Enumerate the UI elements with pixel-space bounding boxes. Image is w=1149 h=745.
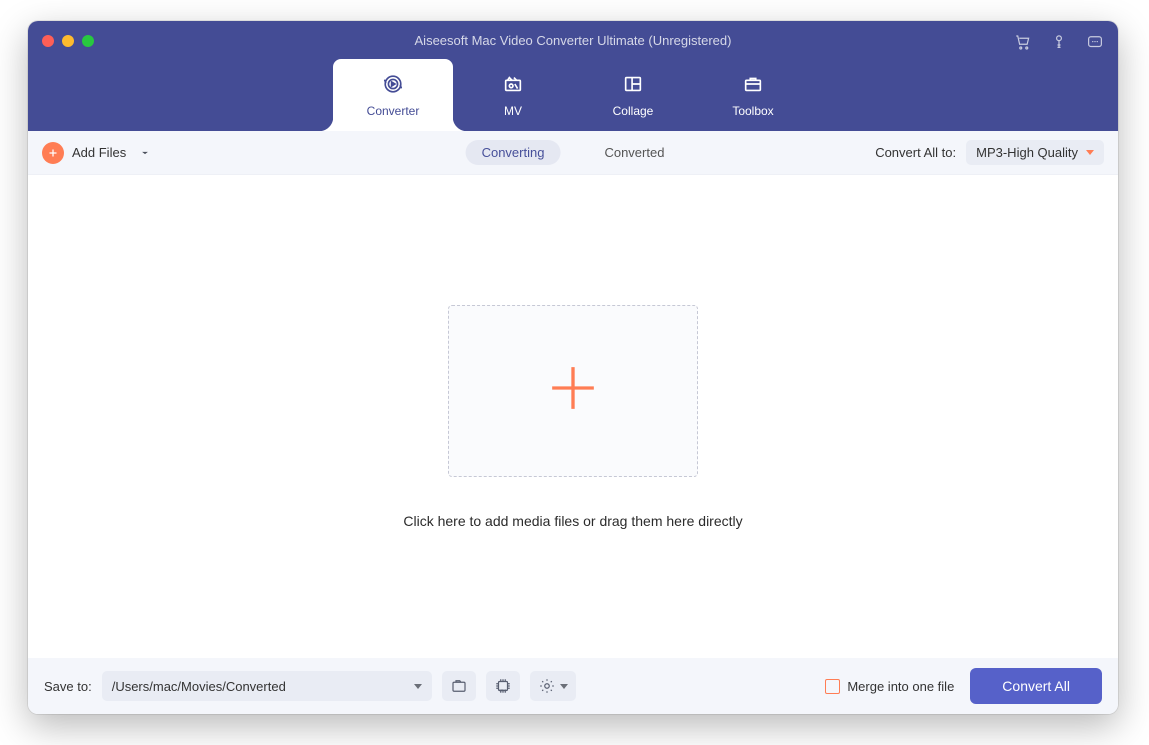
mv-icon bbox=[502, 73, 524, 98]
convert-icon bbox=[382, 73, 404, 98]
window-title: Aiseesoft Mac Video Converter Ultimate (… bbox=[28, 33, 1118, 48]
open-folder-button[interactable] bbox=[442, 671, 476, 701]
plus-icon bbox=[548, 363, 598, 418]
tab-label: Converter bbox=[367, 104, 420, 118]
merge-label: Merge into one file bbox=[847, 679, 954, 694]
format-value: MP3-High Quality bbox=[976, 145, 1078, 160]
status-segment: Converting Converted bbox=[466, 140, 681, 165]
chevron-down-icon bbox=[1086, 150, 1094, 155]
toolbox-icon bbox=[742, 73, 764, 98]
tab-toolbox[interactable]: Toolbox bbox=[693, 59, 813, 131]
tab-mv[interactable]: MV bbox=[453, 59, 573, 131]
save-path-select[interactable]: /Users/mac/Movies/Converted bbox=[102, 671, 432, 701]
plus-icon bbox=[42, 142, 64, 164]
bottom-bar: Save to: /Users/mac/Movies/Converted OFF… bbox=[28, 658, 1118, 714]
segment-converting[interactable]: Converting bbox=[466, 140, 561, 165]
tab-collage[interactable]: Collage bbox=[573, 59, 693, 131]
tab-label: Collage bbox=[613, 104, 654, 118]
save-to-label: Save to: bbox=[44, 679, 92, 694]
main-tabs: Converter MV Collage bbox=[28, 57, 1118, 131]
tab-label: Toolbox bbox=[732, 104, 773, 118]
app-window: Aiseesoft Mac Video Converter Ultimate (… bbox=[28, 21, 1118, 714]
segment-converted[interactable]: Converted bbox=[588, 140, 680, 165]
tab-converter[interactable]: Converter bbox=[333, 59, 453, 131]
cart-icon[interactable] bbox=[1014, 33, 1032, 56]
chevron-down-icon bbox=[560, 684, 568, 689]
chevron-down-icon bbox=[414, 684, 422, 689]
convert-all-button[interactable]: Convert All bbox=[970, 668, 1102, 704]
sub-toolbar: Add Files Converting Converted Convert A… bbox=[28, 131, 1118, 175]
feedback-icon[interactable] bbox=[1086, 33, 1104, 56]
output-format-select[interactable]: MP3-High Quality bbox=[966, 140, 1104, 165]
checkbox-icon bbox=[825, 679, 840, 694]
collage-icon bbox=[622, 73, 644, 98]
add-files-button[interactable]: Add Files bbox=[42, 142, 152, 164]
key-icon[interactable] bbox=[1050, 33, 1068, 56]
settings-button[interactable] bbox=[530, 671, 576, 701]
chevron-down-icon[interactable] bbox=[138, 146, 152, 160]
add-media-dropzone[interactable] bbox=[448, 305, 698, 477]
tab-label: MV bbox=[504, 104, 522, 118]
svg-text:OFF: OFF bbox=[499, 689, 507, 693]
title-bar: Aiseesoft Mac Video Converter Ultimate (… bbox=[28, 21, 1118, 131]
convert-all-to-label: Convert All to: bbox=[875, 145, 956, 160]
hardware-accel-button[interactable]: OFF bbox=[486, 671, 520, 701]
merge-checkbox[interactable]: Merge into one file bbox=[825, 679, 954, 694]
dropzone-hint: Click here to add media files or drag th… bbox=[403, 513, 742, 529]
add-files-label: Add Files bbox=[72, 145, 126, 160]
file-area: Click here to add media files or drag th… bbox=[28, 175, 1118, 658]
save-path-value: /Users/mac/Movies/Converted bbox=[112, 679, 286, 694]
